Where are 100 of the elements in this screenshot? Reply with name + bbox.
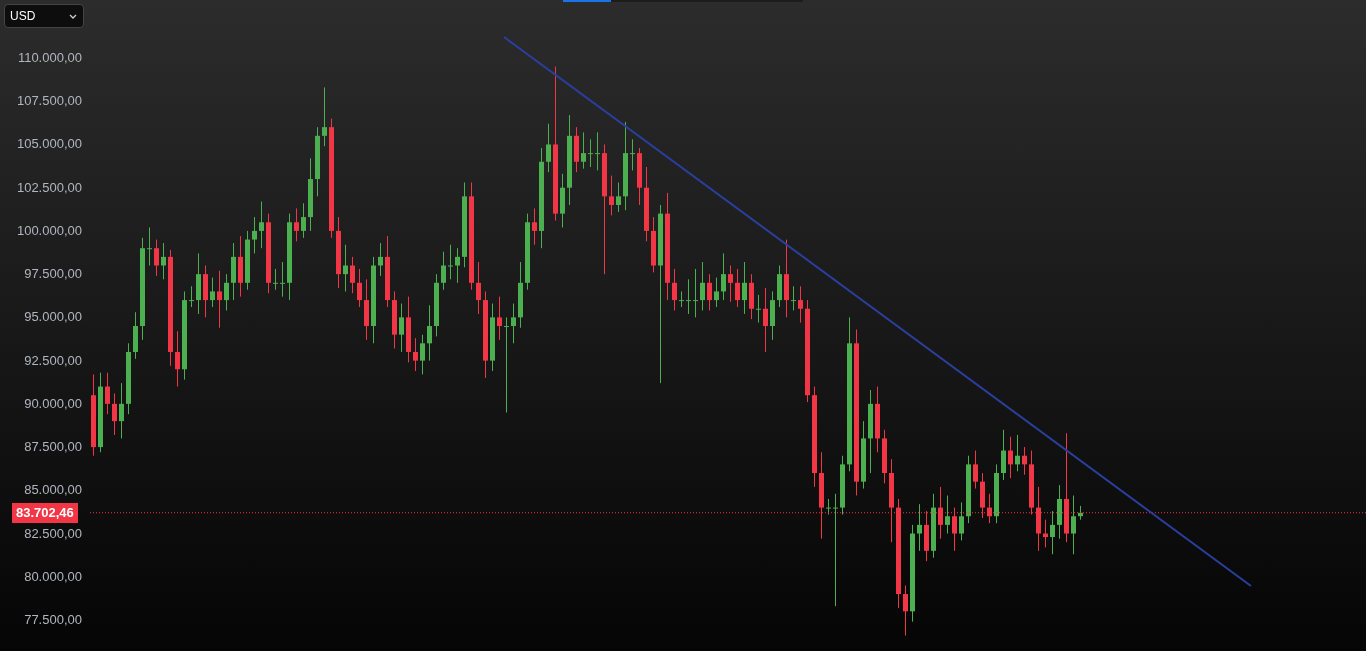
candle xyxy=(777,265,782,308)
candle xyxy=(609,175,614,216)
candle xyxy=(959,501,964,541)
candle xyxy=(238,235,243,298)
candle xyxy=(917,503,922,552)
candle xyxy=(112,392,117,436)
candle xyxy=(322,86,327,147)
candle xyxy=(574,126,579,173)
candle xyxy=(637,147,642,206)
candle xyxy=(770,290,775,341)
candle xyxy=(560,173,565,228)
price-axis-label: 82.500,00 xyxy=(24,525,82,542)
candle xyxy=(952,507,957,552)
candle xyxy=(945,495,950,535)
price-axis-label: 77.500,00 xyxy=(24,612,82,628)
candle xyxy=(175,330,180,388)
current-price-label: 83.702,46 xyxy=(12,502,78,523)
candle xyxy=(973,450,978,490)
candle xyxy=(518,261,523,329)
candle xyxy=(497,296,502,341)
candle xyxy=(364,278,369,341)
candle xyxy=(147,226,152,266)
candle xyxy=(924,510,929,562)
candle xyxy=(119,382,124,439)
candle xyxy=(1001,429,1006,481)
candle xyxy=(378,242,383,277)
candle xyxy=(994,463,999,524)
candle xyxy=(931,493,936,559)
candle xyxy=(1043,519,1048,548)
price-axis-label: 87.500,00 xyxy=(24,439,82,456)
candle xyxy=(1057,484,1062,540)
candle xyxy=(350,256,355,294)
candle xyxy=(392,290,397,349)
price-axis-label: 90.000,00 xyxy=(24,395,82,412)
candle xyxy=(728,265,733,303)
currency-select[interactable]: USD xyxy=(4,4,84,28)
candle xyxy=(210,277,215,308)
candle xyxy=(840,455,845,515)
price-axis-label: 80.000,00 xyxy=(24,568,82,585)
candle xyxy=(595,131,600,171)
candle xyxy=(763,287,768,353)
candle xyxy=(231,242,236,301)
candle xyxy=(427,304,432,362)
price-axis-label: 105.000,00 xyxy=(16,136,82,153)
candle xyxy=(1078,505,1083,521)
candle xyxy=(700,261,705,311)
candle xyxy=(861,420,866,490)
candle xyxy=(1050,510,1055,555)
trend-line[interactable] xyxy=(503,36,1252,587)
price-axis-label: 110.000,00 xyxy=(17,50,82,66)
price-axis-label: 100.000,00 xyxy=(16,222,82,239)
candle xyxy=(1015,434,1020,472)
candle xyxy=(938,486,943,540)
candle xyxy=(133,311,138,360)
candle xyxy=(791,285,796,311)
candle xyxy=(455,247,460,284)
candle xyxy=(224,273,229,311)
candle xyxy=(616,182,621,213)
price-axis-label: 107.500,00 xyxy=(16,93,82,110)
candle xyxy=(280,261,285,298)
candle xyxy=(294,207,299,242)
candle xyxy=(413,337,418,372)
candle xyxy=(1071,495,1076,555)
candle xyxy=(406,296,411,363)
candle xyxy=(315,126,320,197)
price-axis-label: 97.500,00 xyxy=(24,266,82,283)
candle xyxy=(105,372,110,415)
candle xyxy=(259,201,264,249)
candle xyxy=(581,131,586,170)
candle xyxy=(441,251,446,291)
candle xyxy=(343,244,348,292)
candle xyxy=(875,386,880,453)
candle xyxy=(693,268,698,318)
candle xyxy=(399,303,404,353)
candle xyxy=(511,303,516,344)
candle xyxy=(420,334,425,375)
price-axis-label: 102.500,00 xyxy=(16,179,82,196)
candle xyxy=(161,242,166,280)
candle xyxy=(217,270,222,329)
candle xyxy=(686,278,691,315)
candle xyxy=(882,429,887,484)
candle xyxy=(1008,436,1013,479)
candle xyxy=(273,268,278,291)
candle xyxy=(966,455,971,524)
candle xyxy=(1022,446,1027,476)
candle xyxy=(826,498,831,515)
candle xyxy=(735,268,740,308)
candle xyxy=(651,216,656,273)
candle xyxy=(749,273,754,320)
candle xyxy=(672,268,677,311)
candle xyxy=(903,584,908,637)
candle xyxy=(756,294,761,324)
candle xyxy=(1036,486,1041,552)
candle xyxy=(301,202,306,239)
candle xyxy=(1029,450,1034,515)
candle xyxy=(196,252,201,315)
candle xyxy=(546,123,551,173)
candle xyxy=(434,273,439,337)
price-axis-label: 95.000,00 xyxy=(24,309,82,326)
candle xyxy=(154,239,159,277)
